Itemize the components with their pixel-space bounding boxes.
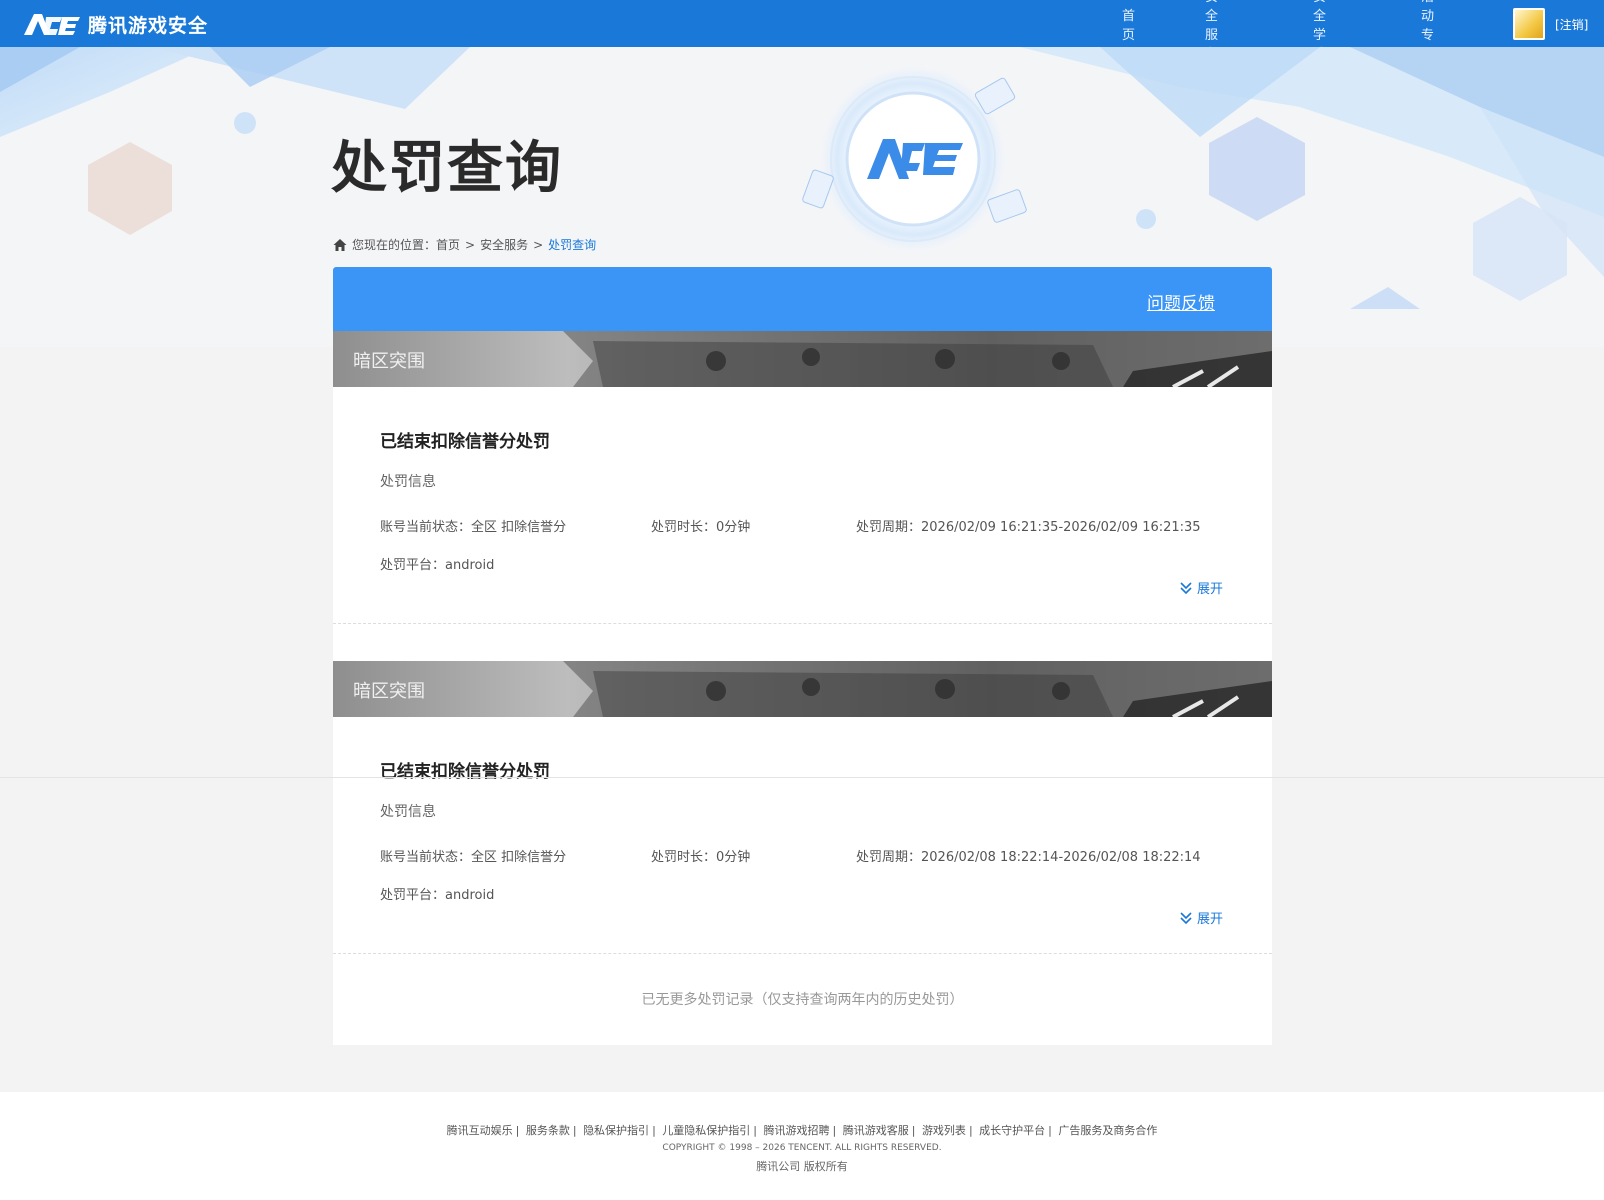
game-banner-image [563, 661, 1272, 717]
footer-link[interactable]: 游戏列表 [922, 1124, 966, 1137]
game-banner: 暗区突围 [333, 331, 1272, 387]
game-banner-image [563, 331, 1272, 387]
punishment-duration: 处罚时长：0分钟 [651, 520, 751, 535]
expand-label: 展开 [1197, 582, 1224, 597]
nav-home[interactable]: 首页 [1122, 5, 1135, 43]
punishment-record: 已结束扣除信誉分处罚 处罚信息 账号当前状态：全区 扣除信誉分 处罚时长：0分钟… [333, 387, 1272, 624]
footer-link[interactable]: 隐私保护指引 [583, 1124, 649, 1137]
breadcrumb-current[interactable]: 处罚查询 [548, 236, 596, 253]
record-section-label: 处罚信息 [380, 804, 436, 820]
feedback-link[interactable]: 问题反馈 [1147, 289, 1215, 314]
brand-logo[interactable]: 腾讯游戏安全 [22, 9, 208, 39]
footer-link[interactable]: 成长守护平台 [979, 1124, 1045, 1137]
page-title: 处罚查询 [331, 136, 563, 201]
breadcrumb-security-service[interactable]: 安全服务 [480, 236, 528, 253]
game-banner: 暗区突围 [333, 661, 1272, 717]
record-section-label: 处罚信息 [380, 474, 436, 490]
footer: 腾讯互动娱乐 | 服务条款 | 隐私保护指引 | 儿童隐私保护指引 | 腾讯游戏招聘 | … [0, 1092, 1604, 1200]
expand-button[interactable]: 展开 [1179, 908, 1223, 927]
account-status: 账号当前状态：全区 扣除信誉分 [380, 520, 567, 535]
brand-name: 腾讯游戏安全 [88, 14, 209, 37]
footer-link[interactable]: 腾讯互动娱乐 [447, 1124, 513, 1137]
footer-links: 腾讯互动娱乐 | 服务条款 | 隐私保护指引 | 儿童隐私保护指引 | 腾讯游戏招聘 | … [446, 1124, 1158, 1137]
punishment-platform: 处罚平台：android [380, 558, 495, 573]
record-gap [333, 624, 1272, 661]
punishment-period: 处罚周期：2026/02/08 18:22:14-2026/02/08 18:2… [856, 850, 1201, 865]
footer-link[interactable]: 腾讯游戏招聘 [764, 1124, 830, 1137]
game-name: 暗区突围 [353, 351, 425, 372]
logout-link[interactable]: [注销] [1555, 16, 1588, 33]
expand-button[interactable]: 展开 [1179, 578, 1223, 597]
punishment-platform: 处罚平台：android [380, 888, 495, 903]
ace-logo-icon [24, 14, 80, 35]
top-navbar: 腾讯游戏安全 首页 安全服务 安全学院 活动专区 [注销] [0, 0, 1604, 62]
breadcrumb-separator: > [533, 237, 544, 252]
account-status: 账号当前状态：全区 扣除信誉分 [380, 850, 567, 865]
no-more-records: 已无更多处罚记录（仅支持查询两年内的历史处罚） [641, 992, 964, 1008]
punishment-record: 已结束扣除信誉分处罚 处罚信息 账号当前状态：全区 扣除信誉分 处罚时长：0分钟… [333, 717, 1272, 954]
footer-link[interactable]: 儿童隐私保护指引 [662, 1124, 750, 1137]
footer-link[interactable]: 腾讯游戏客服 [843, 1124, 909, 1137]
chevron-double-down-icon [1180, 581, 1192, 594]
user-avatar[interactable] [1513, 8, 1545, 40]
footer-link[interactable]: 服务条款 [526, 1124, 570, 1137]
breadcrumb-separator: > [465, 237, 476, 252]
punishment-period: 处罚周期：2026/02/09 16:21:35-2026/02/09 16:2… [856, 520, 1201, 535]
punishment-duration: 处罚时长：0分钟 [651, 850, 751, 865]
company-notice: 腾讯公司 版权所有 [756, 1160, 848, 1173]
chevron-double-down-icon [1180, 911, 1192, 924]
breadcrumb-home[interactable]: 首页 [436, 236, 460, 253]
home-icon [333, 238, 347, 251]
record-title: 已结束扣除信誉分处罚 [380, 762, 550, 782]
punishment-panel: 问题反馈 暗区突围 已结束扣除信誉分处罚 处罚信息 账号当前状态：全区 扣除信誉… [333, 267, 1272, 1045]
footer-link[interactable]: 广告服务及商务合作 [1058, 1124, 1157, 1137]
divider [0, 777, 1604, 778]
game-name: 暗区突围 [353, 681, 425, 702]
breadcrumb: 您现在的位置： 首页 > 安全服务 > 处罚查询 [333, 236, 596, 253]
panel-header: 问题反馈 [333, 267, 1272, 331]
breadcrumb-prefix: 您现在的位置： [352, 238, 437, 252]
copyright: COPYRIGHT © 1998 – 2026 TENCENT. ALL RIG… [662, 1143, 942, 1153]
record-title: 已结束扣除信誉分处罚 [380, 432, 550, 452]
expand-label: 展开 [1197, 912, 1224, 927]
